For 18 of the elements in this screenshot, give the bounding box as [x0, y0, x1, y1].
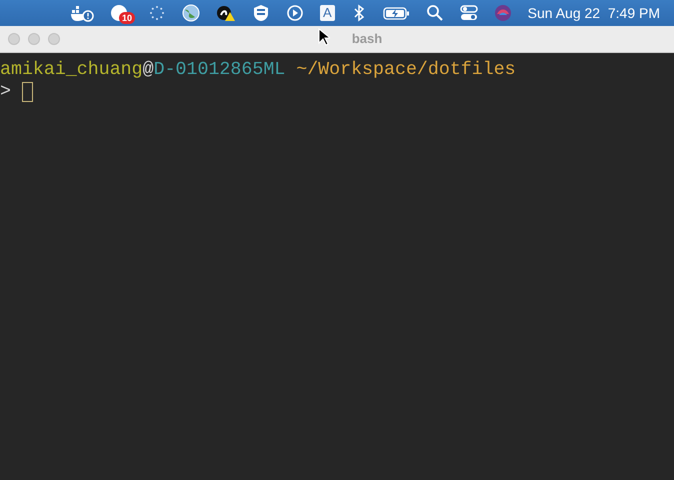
- terminal-text: @: [142, 59, 154, 81]
- search-icon[interactable]: [426, 4, 444, 22]
- penguin-warning-icon[interactable]: [216, 4, 236, 22]
- clock[interactable]: Sun Aug 22 7:49 PM: [528, 2, 660, 24]
- control-center-icon[interactable]: [460, 4, 478, 22]
- terminal-text: D-01012865ML: [154, 59, 286, 81]
- spinner-icon[interactable]: [148, 4, 166, 22]
- shield-icon[interactable]: [252, 4, 270, 22]
- docker-icon[interactable]: [71, 4, 94, 22]
- terminal-text: ~/Workspace/dotfiles: [295, 59, 516, 81]
- terminal-text: >: [0, 81, 12, 103]
- window-title: bash: [352, 30, 382, 48]
- mouse-pointer-icon: [318, 28, 330, 46]
- globe-icon[interactable]: [182, 4, 200, 22]
- terminal-text: amikai_chuang: [0, 59, 143, 81]
- input-source-button[interactable]: A: [320, 5, 335, 21]
- play-icon[interactable]: [286, 4, 304, 22]
- notification-badge: 10: [119, 12, 136, 24]
